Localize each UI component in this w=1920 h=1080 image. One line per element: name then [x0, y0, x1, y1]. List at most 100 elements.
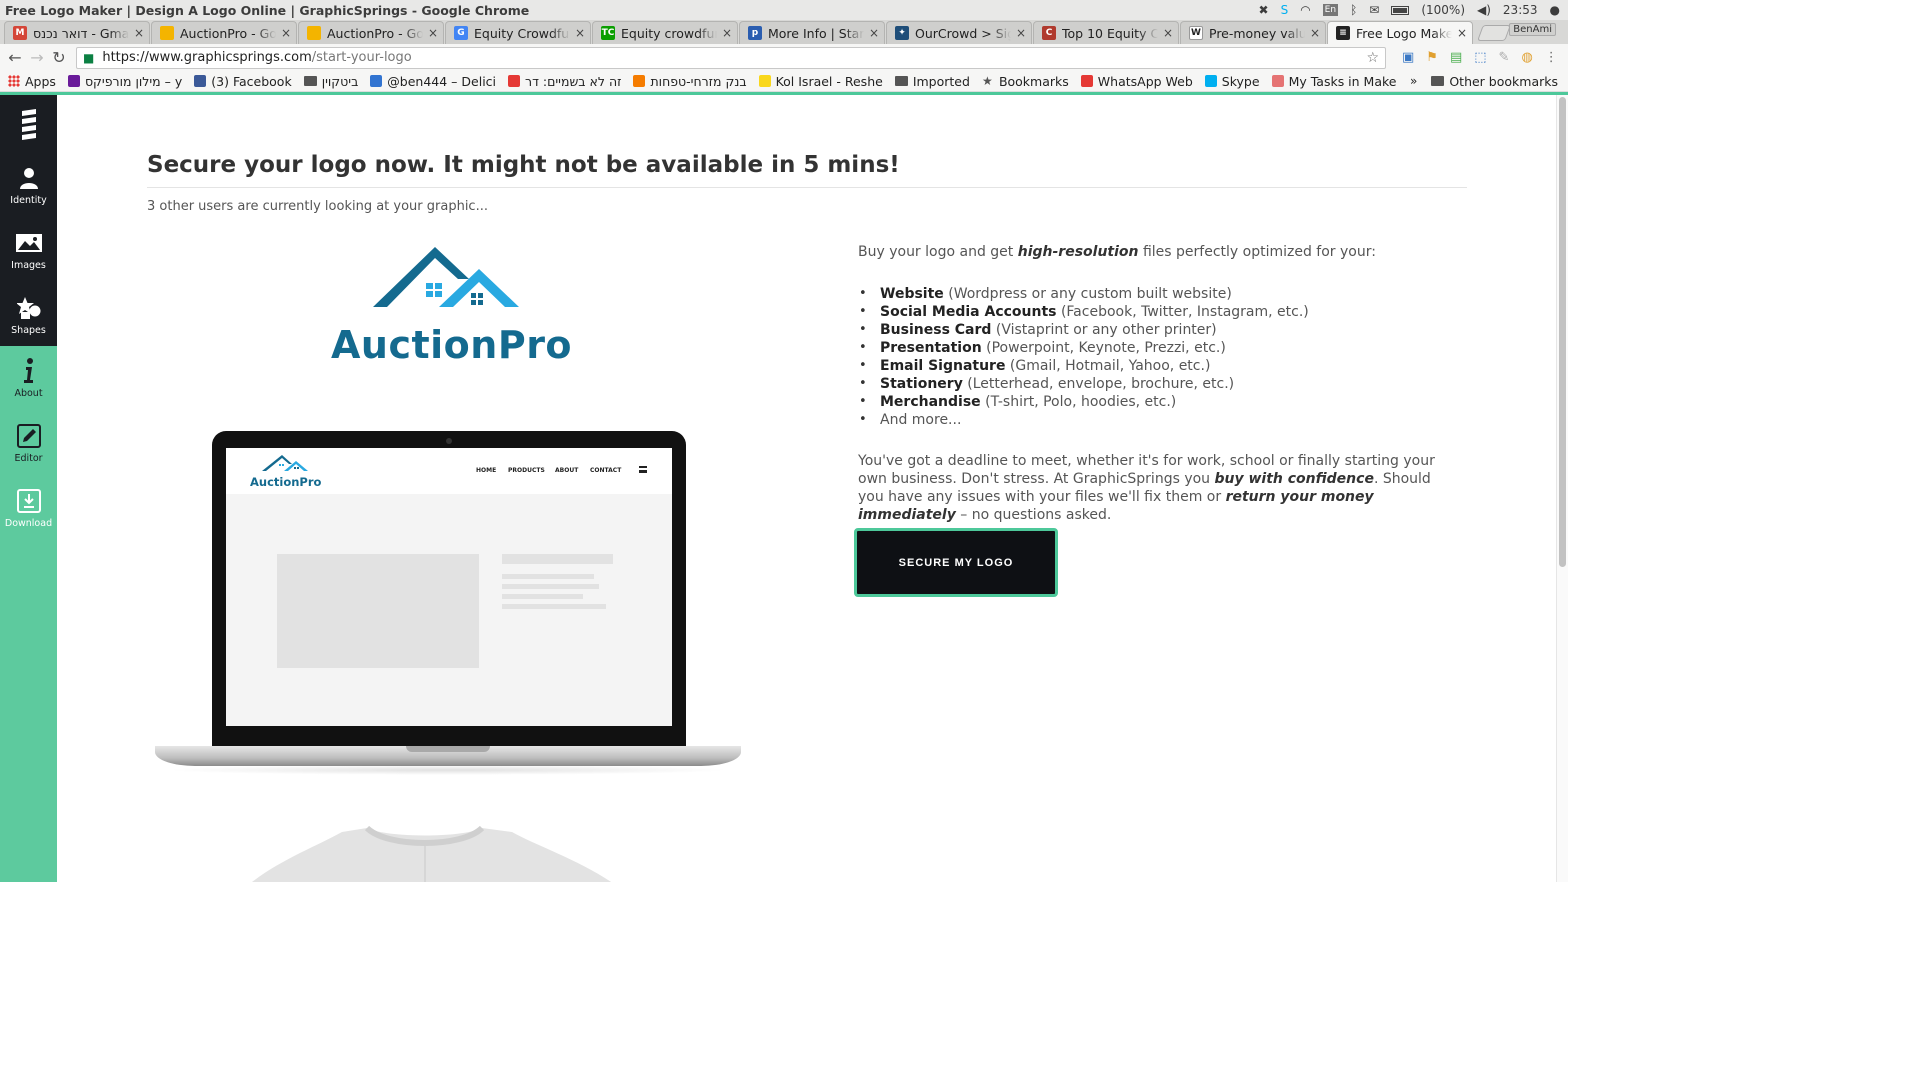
close-tab-icon[interactable]: × — [133, 26, 145, 40]
apple-icon[interactable]: ● — [1550, 3, 1560, 17]
secure-my-logo-button[interactable]: SECURE MY LOGO — [854, 528, 1058, 597]
page-viewport: Identity Images Shapes About Editor Down… — [0, 92, 1568, 882]
volume-icon[interactable]: ◀) — [1477, 3, 1491, 17]
reload-icon[interactable]: ↻ — [48, 48, 70, 67]
close-tab-icon[interactable]: × — [1162, 26, 1174, 40]
other-bookmarks[interactable]: Other bookmarks — [1431, 74, 1558, 89]
close-tab-icon[interactable]: × — [280, 26, 292, 40]
mock-text-placeholder — [502, 604, 606, 609]
bookmark-item[interactable]: (3) Facebook — [194, 74, 292, 89]
tshirt-mockup — [237, 825, 637, 882]
folder-icon — [894, 76, 908, 86]
page-scrollbar[interactable] — [1556, 95, 1568, 882]
new-tab-button[interactable] — [1477, 25, 1511, 41]
viewers-notice: 3 other users are currently looking at y… — [147, 199, 488, 214]
feature-list: Website (Wordpress or any custom built w… — [858, 285, 1458, 429]
feature-description: (Gmail, Hotmail, Yahoo, etc.) — [1005, 358, 1211, 374]
laptop-bezel: AuctionPro HOME PRODUCTS ABOUT CONTACT — [212, 431, 686, 749]
close-tab-icon[interactable]: × — [427, 26, 439, 40]
bookmark-item[interactable]: @ben444 – Delici — [370, 74, 496, 89]
scrollbar-thumb[interactable] — [1559, 97, 1566, 567]
clock[interactable]: 23:53 — [1503, 3, 1538, 17]
feature-title: Social Media Accounts — [880, 304, 1057, 320]
extension-calendar-icon[interactable]: ▣ — [1402, 50, 1414, 65]
sidebar-dark-section: Identity Images Shapes — [0, 95, 57, 346]
bookmark-label: בנק מזרחי-טפחות — [650, 73, 747, 89]
address-bar[interactable]: ■ https://www.graphicsprings.com/start-y… — [76, 46, 1386, 69]
sidebar-item-shapes[interactable]: Shapes — [0, 283, 57, 348]
browser-tab[interactable]: M דואר נכנס - Gmail × — [4, 21, 150, 44]
bookmark-label: Apps — [25, 73, 56, 89]
divider — [147, 187, 1467, 188]
browser-tab[interactable]: G Equity Crowdfun × — [445, 21, 591, 44]
browser-tab[interactable]: p More Info | Startu × — [739, 21, 885, 44]
star-icon: ★ — [981, 74, 993, 88]
extension-pen-icon[interactable]: ✎ — [1499, 50, 1510, 65]
close-tab-icon[interactable]: × — [721, 26, 733, 40]
bookmark-item[interactable]: My Tasks in Make — [1271, 74, 1396, 89]
feature-item: And more... — [858, 411, 1458, 429]
laptop-shadow — [165, 765, 731, 775]
dropbox-icon[interactable]: ✖ — [1259, 3, 1269, 17]
bookmark-item[interactable]: בנק מזרחי-טפחות — [633, 73, 747, 89]
sidebar-item-about[interactable]: About — [0, 346, 57, 411]
bookmark-item[interactable]: ביטקוין — [303, 74, 358, 89]
bookmark-item[interactable]: Imported — [894, 74, 970, 89]
close-tab-icon[interactable]: × — [868, 26, 880, 40]
guarantee-emphasis: buy with confidence — [1214, 471, 1374, 487]
bookmark-item[interactable]: Skype — [1204, 74, 1260, 89]
browser-tab[interactable]: TC Equity crowdfun × — [592, 21, 738, 44]
extension-screenshot-icon[interactable]: ⬚ — [1474, 50, 1486, 65]
sidebar-item-identity[interactable]: Identity — [0, 153, 57, 218]
close-tab-icon[interactable]: × — [1309, 26, 1321, 40]
folder-icon — [303, 76, 317, 86]
extension-doc-icon[interactable]: ▤ — [1450, 50, 1462, 65]
bookmark-item[interactable]: Apps — [8, 74, 56, 89]
bookmark-star-icon[interactable]: ☆ — [1366, 50, 1379, 66]
close-tab-icon[interactable]: × — [1015, 26, 1027, 40]
more-bookmarks-chevron-icon[interactable]: » — [1410, 74, 1417, 88]
wifi-icon[interactable]: ◠ — [1300, 3, 1310, 17]
drive-favicon-icon — [160, 26, 174, 40]
tab-title: Pre-money valuat — [1209, 25, 1305, 41]
bookmark-item[interactable]: מילון מורפיקס – y — [67, 73, 183, 89]
browser-tab[interactable]: ✦ OurCrowd > Sign × — [886, 21, 1032, 44]
sidebar-item-download[interactable]: Download — [0, 476, 57, 541]
bluetooth-icon[interactable]: ᛒ — [1350, 3, 1357, 17]
mail-icon[interactable]: ✉ — [1369, 3, 1379, 17]
graphicsprings-logo-icon[interactable] — [0, 95, 57, 153]
battery-icon[interactable] — [1391, 5, 1410, 15]
back-icon[interactable]: ← — [4, 48, 26, 67]
intro-suffix: files perfectly optimized for your: — [1138, 244, 1376, 260]
sidebar-item-editor[interactable]: Editor — [0, 411, 57, 476]
skype-tray-icon[interactable]: S — [1281, 3, 1289, 17]
close-tab-icon[interactable]: × — [1456, 26, 1468, 40]
bookmark-label: מילון מורפיקס – y — [84, 73, 183, 89]
keyboard-language[interactable]: En — [1322, 4, 1339, 16]
mock-menu-home: HOME — [476, 467, 497, 474]
extension-off-icon[interactable]: ◍ — [1521, 50, 1532, 65]
feature-description: (Letterhead, envelope, brochure, etc.) — [962, 376, 1235, 392]
browser-tab[interactable]: AuctionPro - Goo × — [298, 21, 444, 44]
feature-description: And more... — [880, 412, 962, 428]
forward-icon[interactable]: → — [26, 48, 48, 67]
lock-icon[interactable]: ■ — [83, 51, 94, 65]
browser-tab[interactable]: AuctionPro - Goo × — [151, 21, 297, 44]
browser-tab[interactable]: W Pre-money valuat × — [1180, 21, 1326, 44]
bookmark-item[interactable]: WhatsApp Web — [1080, 74, 1193, 89]
os-title-bar: Free Logo Maker | Design A Logo Online |… — [0, 0, 1568, 20]
sidebar-item-images[interactable]: Images — [0, 218, 57, 283]
browser-tab[interactable]: ≡ Free Logo Maker × — [1327, 21, 1473, 44]
techcrunch-favicon-icon: TC — [601, 26, 615, 40]
browser-tab[interactable]: C Top 10 Equity Cro × — [1033, 21, 1179, 44]
profile-name[interactable]: BenAmi — [1509, 23, 1556, 36]
mock-text-placeholder — [502, 554, 613, 564]
url-host: https://www.graphicsprings.com — [102, 50, 312, 65]
mock-site-logo-icon — [262, 455, 308, 471]
extension-pin-icon[interactable]: ⚑ — [1426, 50, 1438, 65]
bookmark-item[interactable]: ★ Bookmarks — [982, 74, 1069, 89]
chrome-menu-icon[interactable]: ⋮ — [1545, 50, 1558, 65]
bookmark-item[interactable]: Kol Israel - Reshe — [758, 74, 883, 89]
close-tab-icon[interactable]: × — [574, 26, 586, 40]
bookmark-item[interactable]: זה לא בשמיים: דר — [508, 74, 621, 89]
